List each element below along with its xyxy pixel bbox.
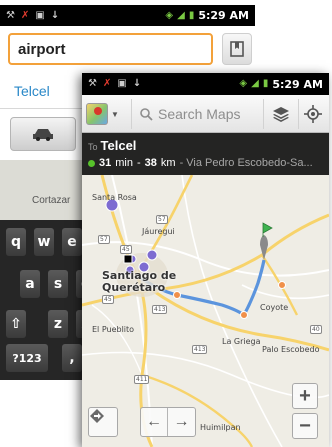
map-label-huimilpan: Huimilpan [200, 423, 241, 432]
status-bar: ⚒ ✗ ▣ ↓ ◈ ◢ ▮ 5:29 AM [82, 73, 329, 95]
road-shield: 45 [120, 245, 132, 254]
maps-toolbar: ▼ Search Maps [82, 95, 329, 133]
car-icon [33, 129, 53, 141]
status-bar: ⚒ ✗ ▣ ↓ ◈ ◢ ▮ 5:29 AM [0, 5, 255, 26]
wifi-icon: ◈ [239, 78, 248, 89]
maps-screen: ⚒ ✗ ▣ ↓ ◈ ◢ ▮ 5:29 AM ▼ Search Maps To T… [82, 73, 329, 447]
route-destination-name: Telcel [100, 138, 137, 153]
my-location-button[interactable] [298, 99, 326, 129]
route-destination: To Telcel [88, 138, 323, 153]
map-view[interactable]: Santa Rosa Jáuregui Santiago de Querétar… [82, 175, 329, 447]
map-label-cortazar: Cortazar [32, 195, 71, 206]
usb-icon: ⚒ [6, 9, 15, 21]
search-icon [140, 107, 153, 121]
road-shield: 45 [102, 295, 114, 304]
directions-list-icon [90, 409, 104, 423]
map-label-city-line2: Querétaro [102, 281, 166, 294]
maps-logo-button[interactable]: ▼ [86, 99, 126, 129]
map-label-la-griega: La Griega [222, 337, 261, 346]
car-mode-button[interactable] [10, 117, 76, 151]
missed-call-icon: ✗ [20, 9, 30, 21]
zoom-out-button[interactable]: − [292, 413, 318, 439]
map-label-el-pueblito: El Pueblito [92, 325, 135, 334]
status-time: 5:29 AM [272, 77, 323, 91]
route-time-unit: min [115, 157, 133, 169]
previous-step-button[interactable]: ← [141, 408, 169, 436]
key-a[interactable]: a [20, 270, 40, 298]
route-list-button[interactable] [88, 407, 118, 437]
search-placeholder: Search Maps [158, 106, 241, 122]
android-debug-icon: ▣ [117, 78, 127, 89]
key-q[interactable]: q [6, 228, 26, 256]
wifi-icon: ◈ [165, 9, 174, 21]
symbols-key[interactable]: ?123 [6, 344, 48, 372]
zoom-in-button[interactable]: + [292, 383, 318, 409]
keyboard: q w e a s d ⇧ z x ?123 , [0, 220, 96, 380]
download-icon: ↓ [50, 9, 60, 21]
step-navigation: ← → [140, 407, 196, 437]
route-summary-panel[interactable]: To Telcel 31 min - 38 km - Via Pedro Esco… [82, 133, 329, 175]
route-time: 31 [99, 157, 112, 169]
shift-key[interactable]: ⇧ [6, 310, 26, 338]
bookmark-button[interactable] [222, 33, 252, 65]
maps-logo-icon [86, 103, 108, 125]
signal-icon: ◢ [177, 9, 185, 21]
android-debug-icon: ▣ [35, 9, 45, 21]
key-s[interactable]: s [48, 270, 68, 298]
road-shield: 40 [310, 325, 322, 334]
download-icon: ↓ [132, 78, 142, 89]
layers-button[interactable] [267, 99, 295, 129]
my-location-icon [303, 105, 322, 123]
search-input[interactable]: airport [8, 33, 213, 65]
map-label-santa-rosa: Santa Rosa [92, 193, 137, 202]
route-separator: - [136, 157, 141, 169]
key-z[interactable]: z [48, 310, 68, 338]
map-label-coyote: Coyote [260, 303, 289, 312]
map-label-jauregui: Jáuregui [142, 227, 175, 236]
comma-key[interactable]: , [62, 344, 82, 372]
route-to-label: To [88, 142, 98, 152]
route-distance: 38 [144, 157, 157, 169]
route-via: - Via Pedro Escobedo-Sa... [179, 157, 313, 169]
road-shield: 413 [152, 305, 168, 314]
layers-icon [273, 107, 289, 122]
road-shield: 57 [156, 215, 168, 224]
signal-icon: ◢ [251, 78, 259, 89]
battery-icon: ▮ [188, 9, 195, 21]
usb-icon: ⚒ [88, 78, 97, 89]
status-time: 5:29 AM [198, 9, 249, 22]
key-e[interactable]: e [62, 228, 82, 256]
road-shield: 411 [134, 375, 150, 384]
map-label-palo-escobedo: Palo Escobedo [262, 345, 320, 354]
missed-call-icon: ✗ [102, 78, 112, 89]
route-info: 31 min - 38 km - Via Pedro Escobedo-Sa..… [88, 157, 323, 169]
traffic-indicator-icon [88, 159, 95, 167]
chevron-down-icon: ▼ [111, 109, 119, 119]
route-distance-unit: km [160, 157, 176, 169]
next-step-button[interactable]: → [168, 408, 195, 436]
search-row: airport [8, 33, 252, 65]
key-w[interactable]: w [34, 228, 54, 256]
road-shield: 413 [192, 345, 208, 354]
battery-icon: ▮ [262, 78, 269, 89]
road-shield: 57 [98, 235, 110, 244]
bookmark-icon [230, 41, 244, 57]
search-maps-field[interactable]: Search Maps [131, 99, 264, 129]
